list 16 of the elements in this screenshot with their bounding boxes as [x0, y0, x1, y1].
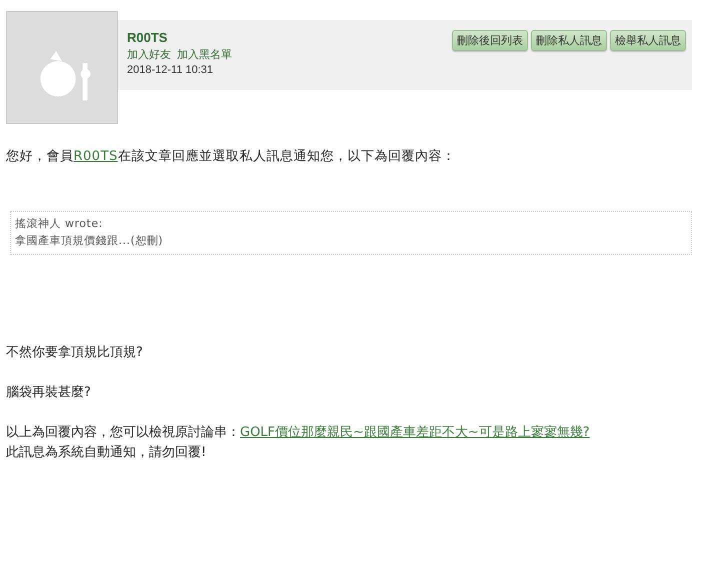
quote-text: 拿國產車頂規價錢跟...(恕刪): [15, 233, 164, 248]
action-button[interactable]: 檢舉私人訊息: [610, 30, 686, 51]
action-button[interactable]: 刪除後回列表: [452, 30, 528, 51]
thread-link[interactable]: GOLF價位那麼親民~跟國產車差距不大~可是路上寥寥無幾?: [240, 425, 590, 440]
reply-text: 腦袋再裝甚麼?: [6, 384, 92, 402]
reply-text: 不然你要拿頂規比頂規?: [6, 344, 144, 362]
username: R00TS: [127, 30, 168, 45]
footer-text: 以上為回覆內容，您可以檢視原討論串：GOLF價位那麼親民~跟國產車差距不大~可是路上寥寥無幾?: [6, 424, 591, 442]
action-link[interactable]: 加入好友: [127, 47, 171, 62]
action-link[interactable]: 加入黑名單: [177, 47, 232, 62]
action-button[interactable]: 刪除私人訊息: [531, 30, 607, 51]
notice-text: 此訊息為系統自動通知，請勿回覆!: [6, 444, 208, 462]
member-link[interactable]: R00TS: [74, 149, 118, 164]
timestamp: 2018-12-11 10:31: [127, 64, 214, 76]
intro-text: 您好，會員R00TS在該文章回應並選取私人訊息通知您，以下為回覆內容：: [6, 148, 456, 165]
quote-author: 搖滾神人 wrote:: [15, 216, 104, 231]
